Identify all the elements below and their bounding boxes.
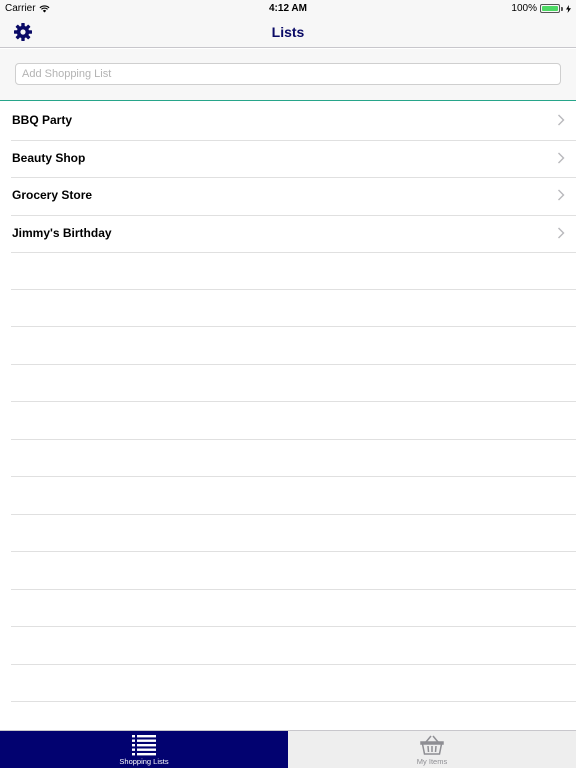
empty-row [11,627,576,665]
battery-icon [540,4,563,13]
tab-my-items[interactable]: My Items [288,731,576,768]
empty-row [11,590,576,627]
list-item-grocery-store[interactable]: Grocery Store [0,177,576,215]
empty-row [11,665,576,702]
nav-bar: Lists [0,16,576,48]
list-item-beauty-shop[interactable]: Beauty Shop [0,140,576,178]
status-bar: Carrier 4:12 AM 100% [0,0,576,16]
shopping-lists: BBQ Party Beauty Shop Grocery Store Jimm… [0,102,576,740]
empty-row [11,552,576,590]
list-item-bbq-party[interactable]: BBQ Party [0,102,576,140]
add-list-area [0,49,576,101]
chevron-right-icon [558,227,565,238]
charging-icon [566,4,571,13]
list-icon [132,735,156,756]
chevron-right-icon [558,114,565,126]
list-item-label: BBQ Party [12,113,73,127]
empty-row [11,440,576,477]
status-right: 100% [511,3,571,14]
tab-shopping-lists[interactable]: Shopping Lists [0,731,288,768]
empty-row [11,402,576,440]
list-item-jimmys-birthday[interactable]: Jimmy's Birthday [0,215,576,253]
list-item-label: Beauty Shop [12,150,86,165]
empty-row [11,252,576,290]
tab-label: Shopping Lists [119,757,169,766]
list-item-label: Jimmy's Birthday [12,225,112,240]
empty-row [11,515,576,552]
tab-bar: Shopping Lists My Items [0,730,576,768]
add-shopping-list-input[interactable] [15,63,561,85]
list-item-label: Grocery Store [12,188,93,202]
empty-row [11,290,576,327]
chevron-right-icon [558,189,565,201]
tab-label: My Items [416,757,448,766]
empty-row [11,477,576,515]
page-title: Lists [271,24,305,40]
basket-icon [420,735,444,755]
empty-row [11,365,576,402]
chevron-right-icon [558,152,565,163]
battery-percent: 100% [511,3,537,14]
empty-row [11,327,576,365]
status-time: 4:12 AM [269,3,307,14]
